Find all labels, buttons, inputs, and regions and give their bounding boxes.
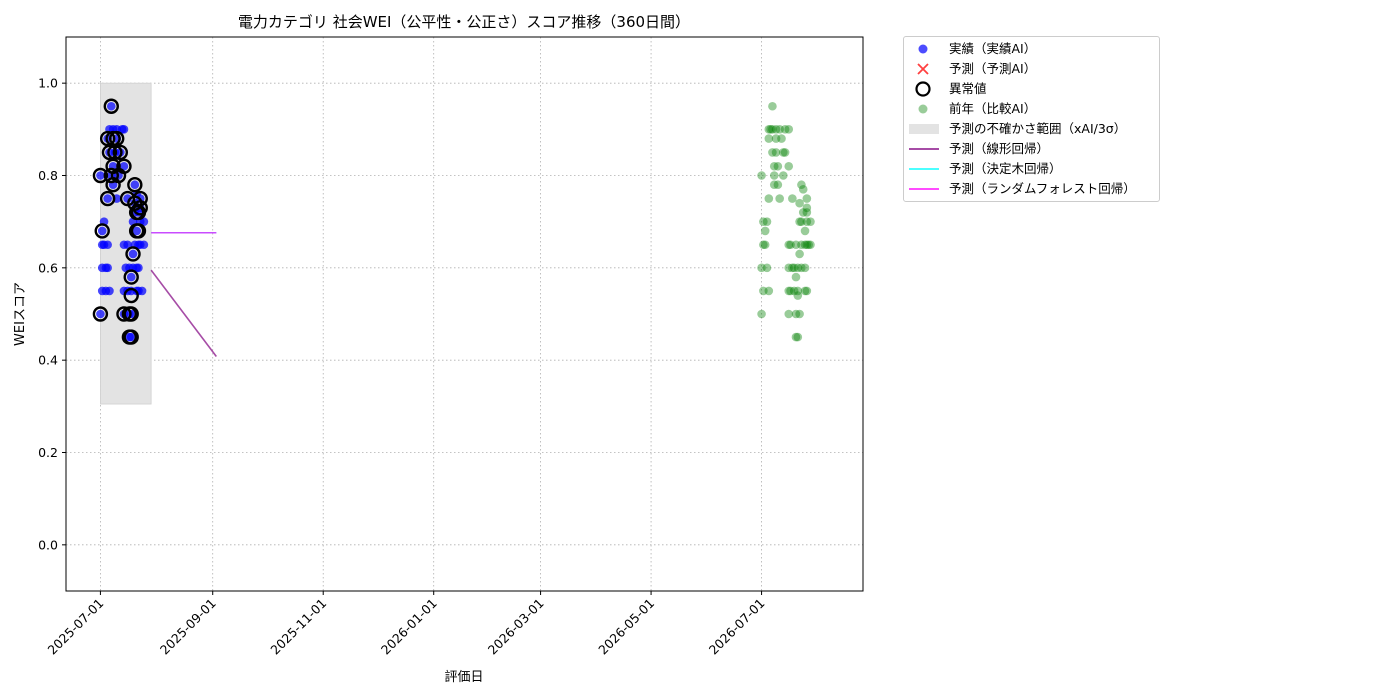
legend-label-forecast-ai: 予測（予測AI） (949, 61, 1037, 76)
x-tick-label: 2026-01-01 (378, 596, 440, 658)
previous-year-point (800, 226, 810, 236)
legend-line-random-forest (909, 188, 939, 190)
previous-year-point (795, 249, 804, 259)
previous-year-point (773, 180, 783, 190)
chart: 2025-07-01 2025-09-01 2025-11-01 2026-01-01… (13, 13, 864, 685)
previous-year-point (784, 161, 794, 171)
legend-item-previous-year: 前年（比較AI） (904, 99, 1159, 119)
actual-point (128, 249, 138, 259)
legend-label-linear-regression: 予測（線形回帰） (949, 141, 1050, 156)
y-tick-label: 0.6 (38, 260, 58, 275)
previous-year-point (757, 171, 766, 180)
legend-item-uncertainty-band: 予測の不確かさ範囲（xAI/3σ） (904, 119, 1159, 139)
previous-year-point (780, 148, 790, 157)
actual-point (139, 240, 149, 250)
legend-line-linear-regression (909, 148, 939, 150)
previous-year-point (793, 291, 803, 300)
previous-year-point (760, 240, 770, 250)
y-tick-label: 0.4 (38, 353, 58, 368)
actual-point (106, 101, 116, 111)
actual-point (97, 226, 107, 236)
x-tick-label: 2025-07-01 (45, 596, 107, 658)
x-tick-label: 2026-03-01 (485, 596, 547, 658)
legend: 実績（実績AI） 予測（予測AI） 異常値 前年（比較AI） 予測の不確かさ範囲… (903, 36, 1160, 202)
y-tick-label: 1.0 (38, 76, 58, 91)
y-tick-label: 0.2 (38, 445, 58, 460)
actual-point (96, 309, 105, 319)
legend-marker-actual (918, 44, 928, 54)
previous-year-point (760, 226, 770, 236)
previous-year-point (788, 194, 797, 203)
x-tick-label: 2025-09-01 (157, 596, 219, 658)
x-axis-label: 評価日 (444, 670, 483, 685)
previous-year-point (768, 101, 777, 111)
legend-label-random-forest: 予測（ランダムフォレスト回帰） (949, 181, 1136, 196)
previous-year-point (757, 309, 766, 319)
previous-year-point (802, 194, 812, 203)
legend-label-decision-tree: 予測（決定木回帰） (949, 161, 1062, 176)
previous-year-point (793, 332, 803, 342)
legend-marker-previous-year (918, 104, 928, 114)
previous-year-point (791, 272, 801, 282)
previous-year-point (764, 194, 774, 203)
previous-year-point (800, 263, 810, 273)
actual-point (96, 171, 105, 180)
previous-year-point (795, 309, 804, 319)
legend-label-anomaly: 異常値 (949, 81, 987, 96)
actual-point (126, 272, 136, 282)
legend-item-random-forest: 予測（ランダムフォレスト回帰） (904, 179, 1159, 199)
previous-year-point (784, 125, 794, 134)
y-tick-label: 0.8 (38, 168, 58, 183)
actual-point (137, 286, 147, 296)
legend-item-decision-tree: 予測（決定木回帰） (904, 159, 1159, 179)
previous-year-point (802, 208, 812, 217)
legend-label-uncertainty-band: 予測の不確かさ範囲（xAI/3σ） (949, 121, 1127, 136)
actual-point (103, 263, 112, 273)
previous-year-point (806, 240, 815, 250)
actual-point (103, 240, 112, 250)
legend-swatch-uncertainty-band (909, 124, 939, 134)
previous-year-point (762, 217, 772, 226)
legend-line-decision-tree (909, 168, 939, 170)
legend-label-previous-year: 前年（比較AI） (949, 101, 1037, 116)
previous-year-point (802, 286, 812, 296)
previous-year-point (769, 171, 779, 180)
previous-year-point (773, 161, 783, 171)
previous-year-point (764, 286, 774, 296)
previous-year-point (762, 263, 772, 273)
legend-item-forecast-ai: 予測（予測AI） (904, 59, 1159, 79)
actual-point (105, 286, 114, 296)
previous-year-point (777, 134, 786, 143)
legend-marker-anomaly (915, 81, 931, 97)
y-tick-label: 0.0 (38, 537, 58, 552)
legend-item-anomaly: 異常値 (904, 79, 1159, 99)
previous-year-point (779, 171, 788, 180)
x-tick-label: 2025-11-01 (267, 596, 329, 658)
legend-item-linear-regression: 予測（線形回帰） (904, 139, 1159, 159)
actual-point (130, 180, 140, 190)
chart-title: 電力カテゴリ 社会WEI（公平性・公正さ）スコア推移（360日間） (238, 13, 690, 31)
legend-label-actual: 実績（実績AI） (949, 41, 1037, 56)
y-axis-label: WEIスコア (13, 282, 28, 346)
x-tick-label: 2026-07-01 (706, 596, 768, 658)
previous-year-point (775, 194, 784, 203)
previous-year-point (798, 185, 808, 194)
x-tick-label: 2026-05-01 (595, 596, 657, 658)
previous-year-point (795, 198, 804, 208)
previous-year-point (806, 217, 815, 226)
legend-item-actual: 実績（実績AI） (904, 39, 1159, 59)
plot-area (66, 37, 863, 591)
legend-marker-forecast-ai (917, 63, 929, 75)
actual-point (103, 194, 112, 203)
